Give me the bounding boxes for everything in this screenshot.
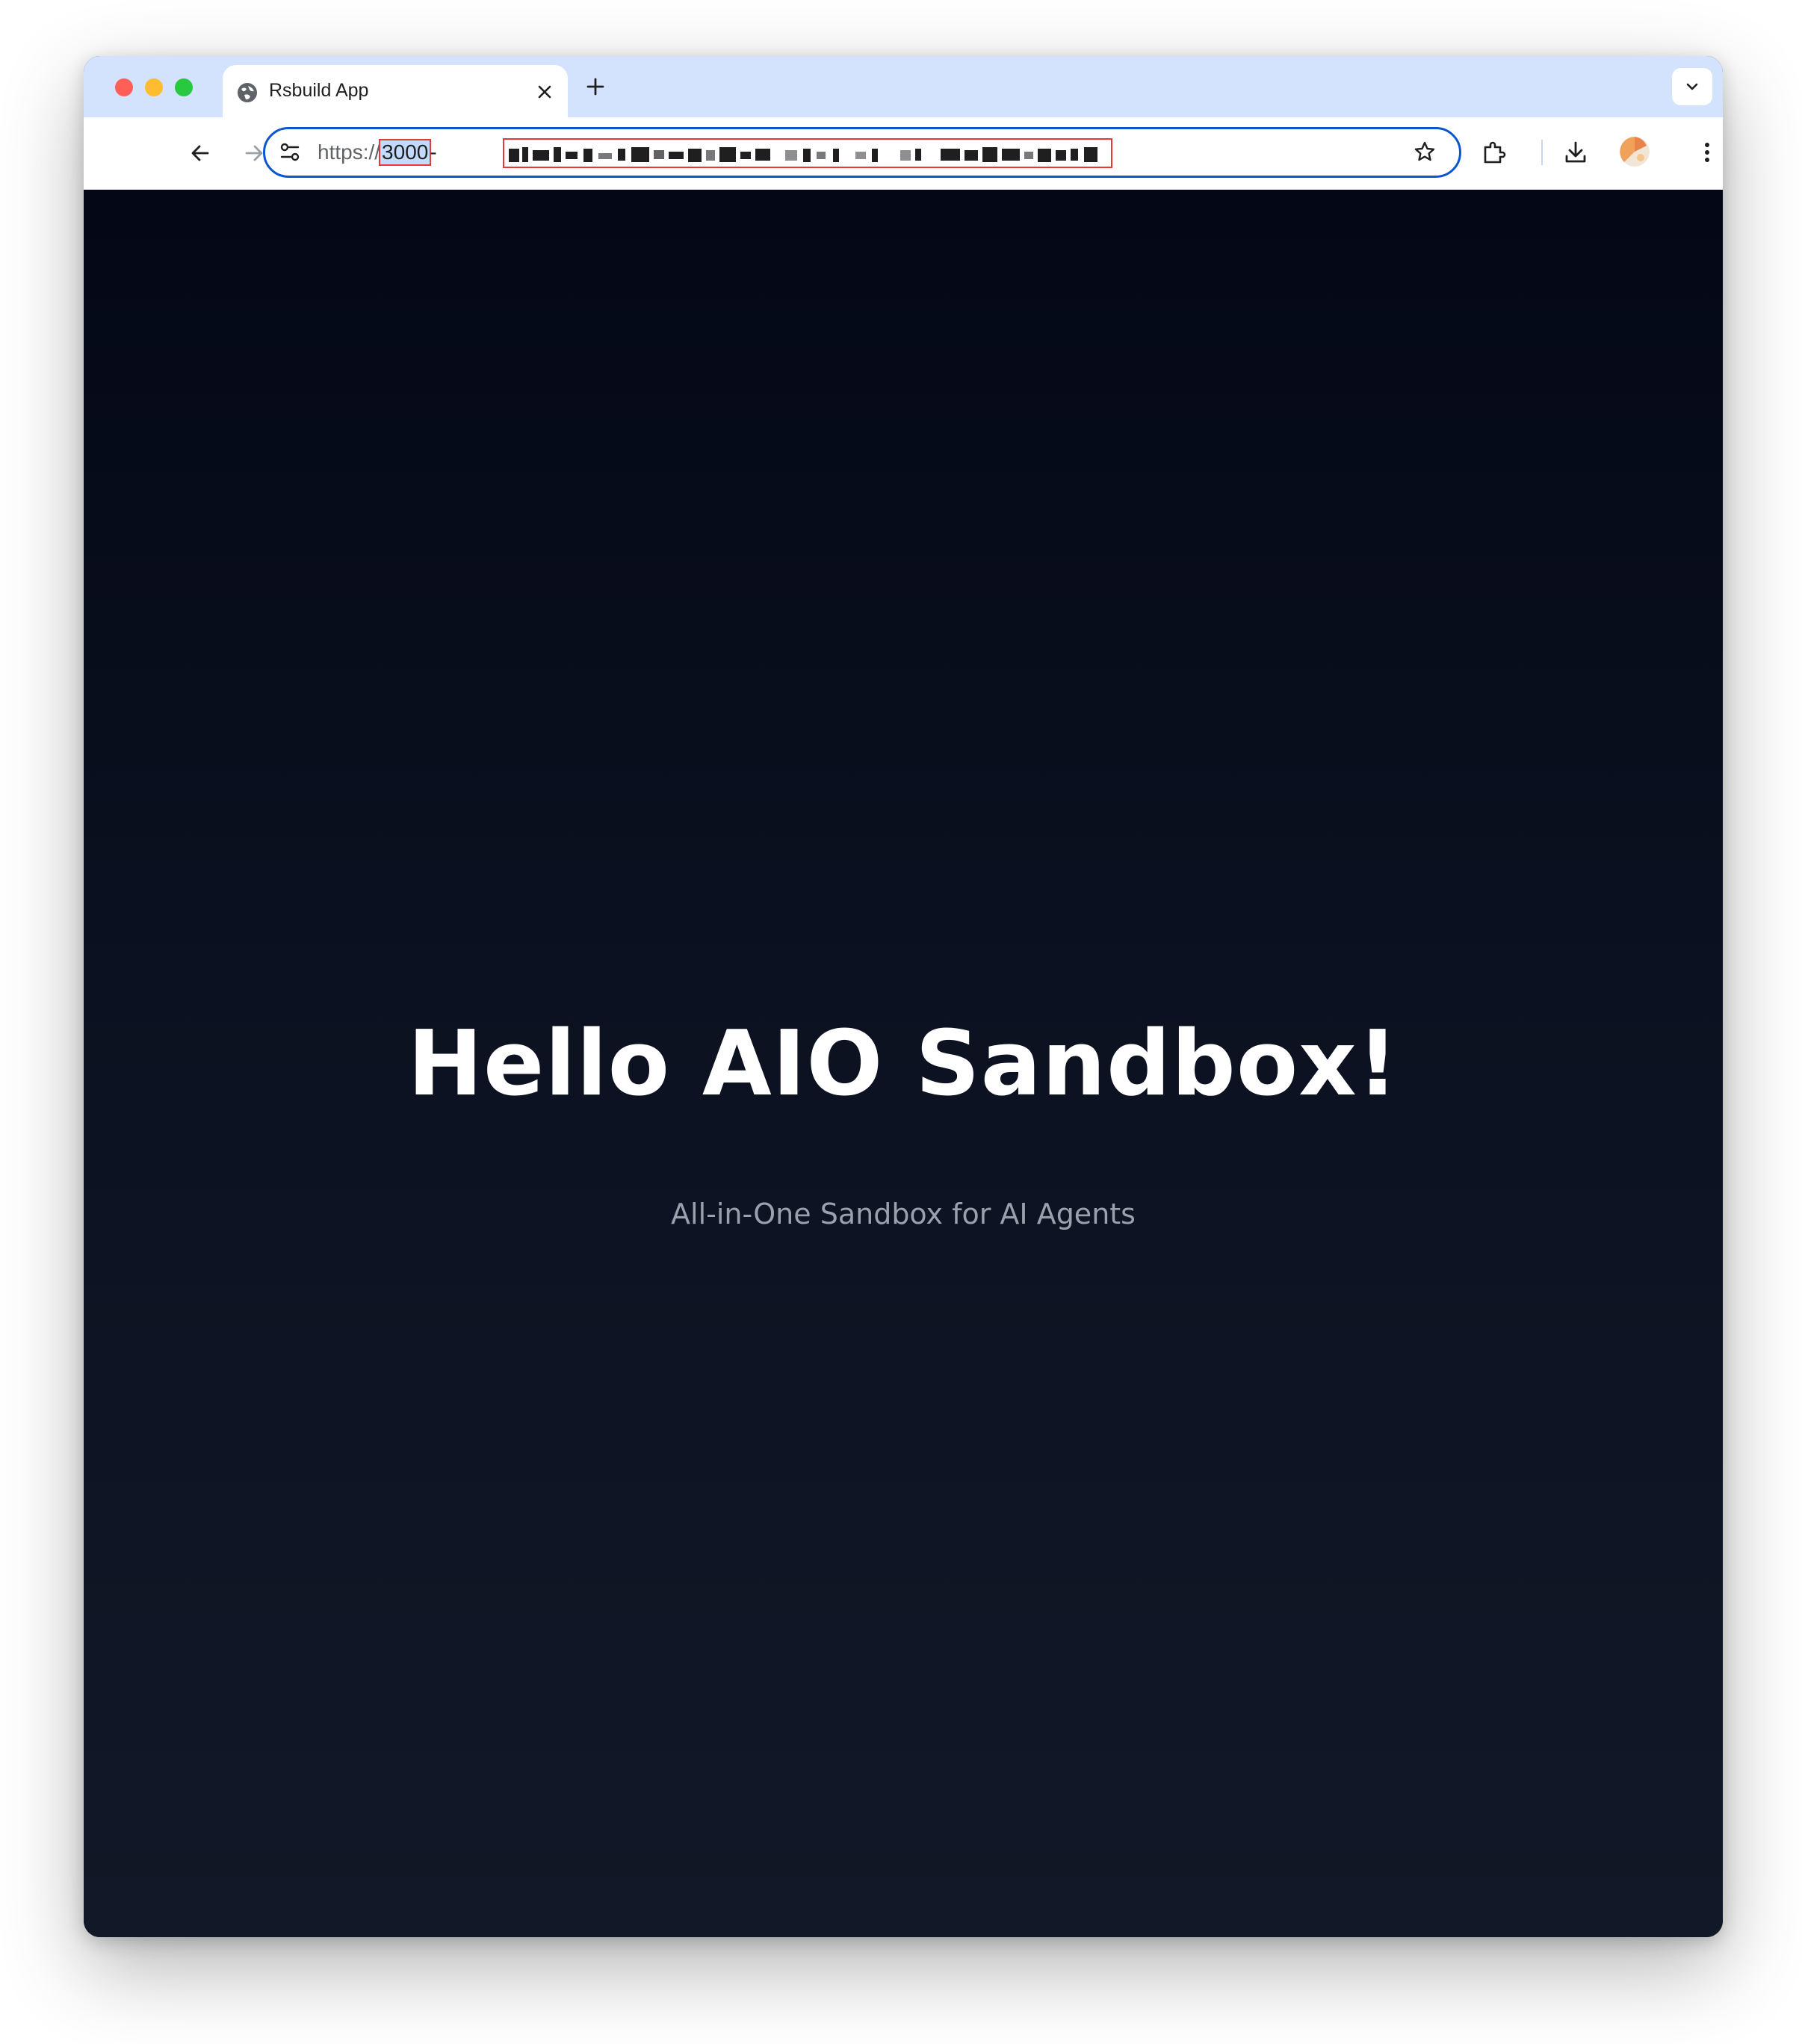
redacted-url-region — [503, 138, 1112, 168]
more-vert-icon[interactable] — [1693, 138, 1721, 167]
profile-avatar[interactable] — [1620, 137, 1650, 167]
tab-strip: Rsbuild App — [84, 56, 1723, 117]
globe-icon — [236, 81, 258, 104]
star-icon[interactable] — [1413, 140, 1437, 164]
back-arrow-icon[interactable] — [187, 140, 214, 167]
window-minimize-button[interactable] — [145, 78, 163, 96]
tune-icon[interactable] — [279, 141, 301, 164]
page-content: Hello AIO Sandbox! All-in-One Sandbox fo… — [84, 190, 1723, 1937]
page-title: Hello AIO Sandbox! — [407, 1012, 1399, 1116]
url-text[interactable]: https://3000- — [318, 138, 1112, 168]
tab-search-button[interactable] — [1672, 68, 1712, 105]
url-port-highlight: 3000 — [379, 139, 432, 166]
tab-title: Rsbuild App — [269, 80, 369, 101]
plus-icon[interactable] — [584, 75, 607, 98]
close-icon[interactable] — [535, 82, 554, 102]
tab-rsbuild-app[interactable]: Rsbuild App — [223, 65, 568, 117]
toolbar-divider — [1541, 140, 1543, 165]
page-subtitle: All-in-One Sandbox for AI Agents — [671, 1198, 1136, 1230]
browser-window: Rsbuild App https://3000- Hello AIO Sand… — [84, 56, 1723, 1937]
browser-toolbar: https://3000- — [84, 117, 1723, 190]
address-bar[interactable]: https://3000- — [263, 127, 1461, 178]
download-icon[interactable] — [1561, 138, 1590, 167]
window-maximize-button[interactable] — [175, 78, 193, 96]
url-separator: - — [430, 140, 437, 164]
url-scheme: https:// — [318, 140, 381, 164]
window-close-button[interactable] — [115, 78, 133, 96]
extensions-icon[interactable] — [1479, 138, 1508, 167]
